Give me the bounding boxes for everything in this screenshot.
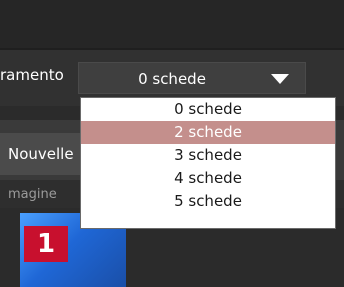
image-section-label: magine xyxy=(8,187,57,202)
tabs-count-dropdown: 0 schede 2 schede 3 schede 4 schede 5 sc… xyxy=(80,97,336,229)
step-number-badge: 1 xyxy=(24,226,68,262)
dropdown-option-3[interactable]: 3 schede xyxy=(81,144,335,167)
triangle-down-icon[interactable] xyxy=(271,74,289,84)
tabs-count-select[interactable]: 0 schede xyxy=(78,62,306,94)
top-bar xyxy=(0,0,344,48)
dropdown-option-5[interactable]: 5 schede xyxy=(81,190,335,213)
tabs-count-value: 0 schede xyxy=(138,70,206,88)
tab-nouvelle-label: Nouvelle xyxy=(8,145,74,163)
tab-arrangement-label: ramento xyxy=(0,66,64,84)
tab-nouvelle[interactable]: Nouvelle xyxy=(0,133,80,175)
dropdown-option-0[interactable]: 0 schede xyxy=(81,98,335,121)
dropdown-option-2[interactable]: 2 schede xyxy=(81,121,335,144)
dropdown-option-4[interactable]: 4 schede xyxy=(81,167,335,190)
